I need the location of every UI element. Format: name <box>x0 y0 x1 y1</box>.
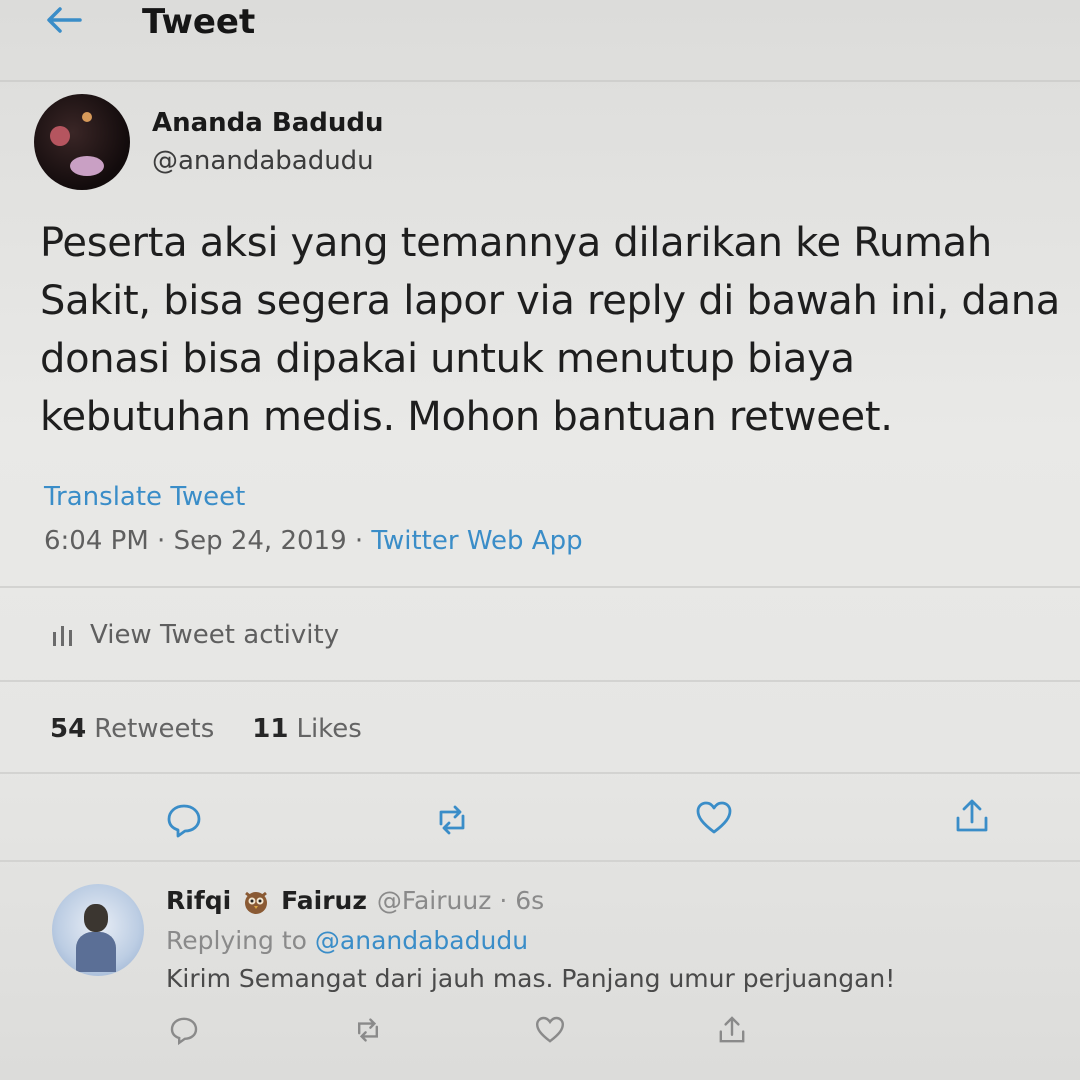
tweet-source-link[interactable]: Twitter Web App <box>371 526 582 556</box>
divider <box>0 860 1080 862</box>
like-icon[interactable] <box>534 1014 566 1046</box>
reply-author-first-name[interactable]: Rifqi <box>166 886 231 915</box>
tweet-screen: Tweet Ananda Badudu @anandabadudu Pesert… <box>0 0 1080 1080</box>
top-bar: Tweet <box>0 0 1080 82</box>
retweet-icon[interactable] <box>432 800 472 840</box>
replying-to: Replying to @anandabadudu <box>166 926 528 955</box>
replying-prefix: Replying to <box>166 926 307 955</box>
retweets-stat[interactable]: 54 Retweets <box>50 714 214 744</box>
like-icon[interactable] <box>694 798 734 838</box>
divider <box>0 680 1080 682</box>
reply-header: Rifqi Fairuz @Fairuuz · 6s <box>166 886 544 915</box>
reply-time[interactable]: · 6s <box>499 886 544 915</box>
reply-icon[interactable] <box>164 800 204 840</box>
reply-body: Kirim Semangat dari jauh mas. Panjang um… <box>166 964 896 993</box>
owl-icon <box>245 891 268 914</box>
bar-chart-icon <box>53 626 72 646</box>
replying-mention-link[interactable]: @anandabadudu <box>315 926 528 955</box>
reply-author-last-name[interactable]: Fairuz <box>281 886 367 915</box>
likes-label: Likes <box>296 714 362 744</box>
author-avatar[interactable] <box>34 94 130 190</box>
arrow-left-icon[interactable] <box>44 4 84 36</box>
translate-tweet-link[interactable]: Translate Tweet <box>44 482 245 512</box>
author-name[interactable]: Ananda Badudu <box>152 108 384 138</box>
meta-separator: · <box>346 526 372 556</box>
share-icon[interactable] <box>716 1014 748 1046</box>
activity-label: View Tweet activity <box>90 620 340 650</box>
tweet-date[interactable]: Sep 24, 2019 <box>174 526 347 556</box>
retweets-label: Retweets <box>94 714 215 744</box>
author-handle[interactable]: @anandabadudu <box>152 146 374 176</box>
divider <box>0 586 1080 588</box>
retweets-count: 54 <box>50 714 87 744</box>
tweet-meta: 6:04 PM · Sep 24, 2019 · Twitter Web App <box>44 526 583 556</box>
reply-avatar[interactable] <box>52 884 144 976</box>
tweet-body: Peserta aksi yang temannya dilarikan ke … <box>40 220 1060 440</box>
meta-separator: · <box>148 526 174 556</box>
page-title: Tweet <box>142 2 256 42</box>
retweet-icon[interactable] <box>352 1014 384 1046</box>
tweet-time[interactable]: 6:04 PM <box>44 526 149 556</box>
reply-author-handle[interactable]: @Fairuuz <box>377 886 491 915</box>
view-tweet-activity-link[interactable]: View Tweet activity <box>50 620 339 650</box>
divider <box>0 772 1080 774</box>
share-icon[interactable] <box>952 796 992 836</box>
likes-count: 11 <box>252 714 289 744</box>
reply-icon[interactable] <box>168 1014 200 1046</box>
likes-stat[interactable]: 11 Likes <box>252 714 362 744</box>
engagement-stats: 54 Retweets 11 Likes <box>50 714 400 744</box>
